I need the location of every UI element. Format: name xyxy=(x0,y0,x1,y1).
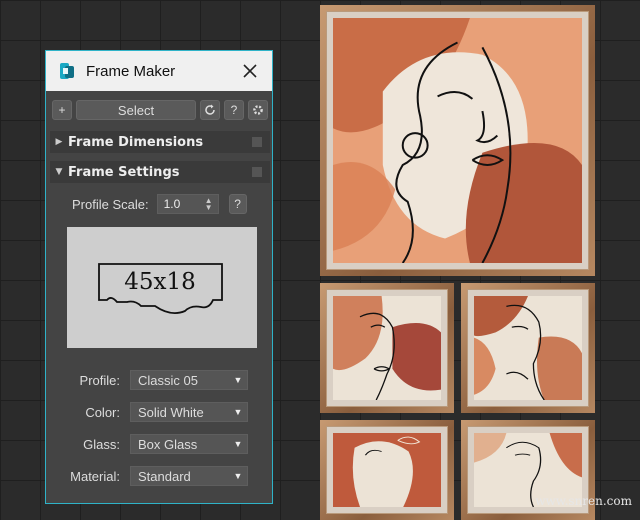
profile-preview: 45x18 xyxy=(67,227,257,348)
rollout-frame-dimensions[interactable]: ▶ Frame Dimensions xyxy=(50,131,270,153)
abstract-face-artwork xyxy=(333,296,441,400)
abstract-face-artwork xyxy=(333,18,582,263)
glass-dropdown[interactable]: Box Glass ▼ xyxy=(130,434,248,454)
settings-button[interactable] xyxy=(248,100,268,120)
refresh-icon xyxy=(205,104,215,115)
picture-frame-small-2[interactable] xyxy=(461,283,595,413)
abstract-face-artwork xyxy=(474,296,582,400)
toolbar: + Select ? xyxy=(52,99,268,121)
add-button[interactable]: + xyxy=(52,100,72,120)
frame-mat xyxy=(326,289,448,407)
select-button[interactable]: Select xyxy=(76,100,196,120)
abstract-face-artwork xyxy=(333,433,441,507)
frame-mat xyxy=(467,289,589,407)
material-row: Material: Standard ▼ xyxy=(56,466,248,486)
close-icon xyxy=(243,64,257,78)
frame-maker-panel: Frame Maker + Select ? ▶ Frame Dimension… xyxy=(45,50,273,504)
title-bar[interactable]: Frame Maker xyxy=(46,51,272,91)
color-row: Color: Solid White ▼ xyxy=(56,402,248,422)
picture-frame-small-1[interactable] xyxy=(320,283,454,413)
dropdown-value: Standard xyxy=(138,468,191,484)
frame-mat xyxy=(326,426,448,514)
dropdown-value: Classic 05 xyxy=(138,372,198,388)
chevron-down-icon: ▼ xyxy=(233,471,243,481)
profile-scale-help-button[interactable]: ? xyxy=(228,194,247,214)
chevron-down-icon: ▼ xyxy=(233,375,243,385)
watermark-text: www.snren.com xyxy=(535,494,632,508)
profile-scale-spinner[interactable]: 1.0 ▲ ▼ xyxy=(156,194,219,214)
window-title: Frame Maker xyxy=(86,62,176,80)
profile-row: Profile: Classic 05 ▼ xyxy=(56,370,248,390)
close-button[interactable] xyxy=(238,59,262,83)
gear-icon xyxy=(253,105,263,115)
chevron-down-icon: ▼ xyxy=(233,407,243,417)
frame-mat xyxy=(326,11,589,270)
rollout-title: Frame Settings xyxy=(68,164,180,180)
rollout-pin[interactable] xyxy=(252,137,262,147)
expanded-arrow-icon: ▼ xyxy=(55,167,63,177)
refresh-button[interactable] xyxy=(200,100,220,120)
help-button[interactable]: ? xyxy=(224,100,244,120)
profile-scale-label: Profile Scale: xyxy=(72,196,149,212)
profile-scale-value: 1.0 xyxy=(163,197,181,211)
rollout-pin[interactable] xyxy=(252,167,262,177)
material-dropdown[interactable]: Standard ▼ xyxy=(130,466,248,486)
picture-frame-large[interactable] xyxy=(320,5,595,276)
collapsed-arrow-icon: ▶ xyxy=(55,137,63,147)
profile-shape-image: 45x18 xyxy=(98,263,223,315)
chevron-down-icon: ▼ xyxy=(233,439,243,449)
dropdown-value: Solid White xyxy=(138,404,204,420)
field-label: Profile: xyxy=(79,372,120,388)
profile-size-text: 45x18 xyxy=(124,269,196,295)
field-label: Material: xyxy=(70,468,120,484)
glass-row: Glass: Box Glass ▼ xyxy=(56,434,248,454)
dropdown-value: Box Glass xyxy=(138,436,198,452)
rollout-frame-settings[interactable]: ▼ Frame Settings xyxy=(50,161,270,183)
field-label: Glass: xyxy=(83,436,120,452)
frame-maker-logo-icon xyxy=(60,63,74,79)
color-dropdown[interactable]: Solid White ▼ xyxy=(130,402,248,422)
rollout-title: Frame Dimensions xyxy=(68,134,204,150)
spinner-arrows-icon[interactable]: ▲ ▼ xyxy=(203,197,215,212)
field-label: Color: xyxy=(85,404,120,420)
picture-frame-small-3[interactable] xyxy=(320,420,454,520)
profile-scale-row: Profile Scale: 1.0 ▲ ▼ ? xyxy=(72,194,247,214)
profile-dropdown[interactable]: Classic 05 ▼ xyxy=(130,370,248,390)
